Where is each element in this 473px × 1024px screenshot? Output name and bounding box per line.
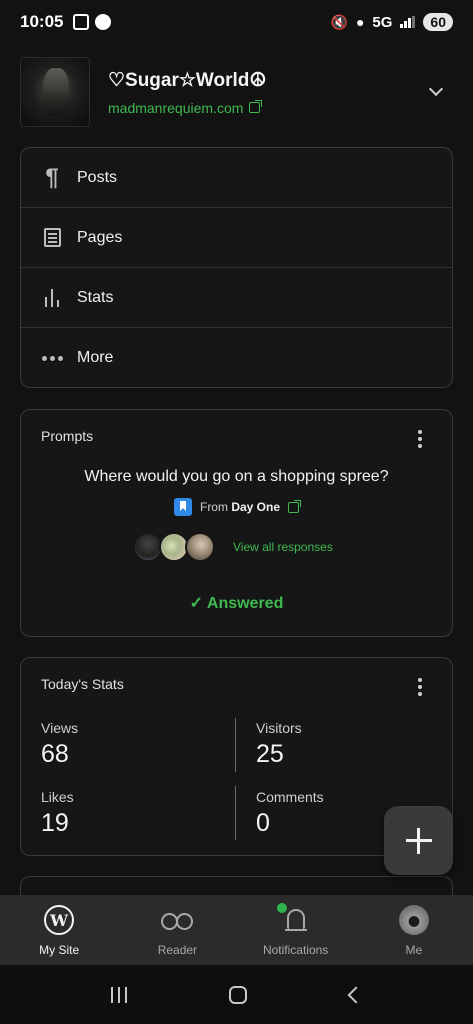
stat-visitors: Visitors 25 — [256, 720, 302, 768]
avatar — [398, 905, 429, 935]
menu-item-label: Stats — [77, 288, 114, 306]
network-type: 5G — [372, 13, 393, 31]
status-bar: 10:05 🔇 ● 5G 60 — [0, 0, 473, 44]
site-url-link[interactable]: madmanrequiem.com — [108, 100, 266, 116]
unread-dot — [274, 901, 289, 915]
menu-item-posts[interactable]: ¶ Posts — [21, 148, 452, 208]
stats-heading: Today's Stats — [41, 676, 124, 692]
page-icon — [43, 228, 61, 247]
battery-badge: 60 — [423, 13, 453, 31]
day-one-icon — [173, 498, 192, 516]
answered-status[interactable]: ✓ Answered — [21, 593, 452, 613]
prompts-more-icon[interactable] — [418, 430, 422, 448]
menu-item-label: More — [77, 349, 114, 366]
more-dots-icon — [41, 355, 63, 361]
data-saver-icon — [95, 14, 112, 30]
signal-icon — [400, 16, 416, 28]
home-icon[interactable] — [229, 985, 248, 1004]
external-link-icon — [288, 499, 302, 513]
external-link-icon — [249, 100, 263, 113]
location-icon: ● — [355, 14, 365, 30]
status-time: 10:05 — [20, 12, 64, 31]
site-url[interactable]: madmanrequiem.com — [108, 100, 243, 116]
stats-icon — [45, 288, 59, 307]
menu-item-stats[interactable]: Stats — [21, 268, 452, 328]
stat-views: Views 68 — [41, 720, 79, 768]
back-icon[interactable] — [347, 986, 365, 1003]
prompts-heading: Prompts — [41, 428, 94, 444]
bottom-navigation: W My Site Reader Notifications Me — [0, 895, 473, 965]
quick-links-card: ¶ Posts Pages Stats More — [20, 147, 453, 388]
menu-item-label: Posts — [77, 168, 118, 186]
avatar — [185, 532, 215, 562]
mute-icon: 🔇 — [330, 13, 348, 30]
tab-reader[interactable]: Reader — [118, 895, 236, 965]
tab-notifications[interactable]: Notifications — [237, 895, 355, 965]
recent-apps-icon[interactable] — [111, 986, 128, 1003]
prompt-question: Where would you go on a shopping spree? — [84, 468, 389, 485]
create-fab-button[interactable] — [384, 806, 453, 875]
bell-icon — [284, 909, 307, 931]
stat-likes: Likes 19 — [41, 789, 74, 837]
stats-more-icon[interactable] — [418, 678, 422, 696]
prompts-card: Prompts Where would you go on a shopping… — [20, 409, 453, 637]
wordpress-icon: W — [44, 905, 75, 935]
view-all-responses-link[interactable]: View all responses — [233, 540, 333, 554]
screenshot-icon — [73, 14, 90, 30]
site-icon[interactable] — [20, 57, 90, 127]
stat-divider — [235, 786, 236, 840]
reader-glasses-icon — [157, 905, 197, 935]
menu-item-pages[interactable]: Pages — [21, 208, 452, 268]
prompt-from-prefix: From — [199, 500, 228, 514]
stat-divider — [235, 718, 236, 772]
tab-me[interactable]: Me — [355, 895, 473, 965]
prompt-from-source: Day One — [231, 500, 281, 514]
site-title: ♡Sugar☆World☮ — [108, 69, 267, 91]
tab-my-site[interactable]: W My Site — [0, 895, 118, 965]
system-navigation-bar — [0, 965, 473, 1024]
chevron-down-icon[interactable] — [428, 81, 444, 97]
pilcrow-icon: ¶ — [45, 163, 59, 191]
plus-icon — [405, 827, 432, 854]
menu-item-label: Pages — [77, 228, 123, 246]
site-switcher[interactable]: ♡Sugar☆World☮ madmanrequiem.com — [20, 56, 453, 128]
responder-avatars[interactable]: View all responses — [133, 532, 333, 562]
prompt-source[interactable]: From Day One — [21, 498, 452, 516]
menu-item-more[interactable]: More — [21, 328, 452, 388]
